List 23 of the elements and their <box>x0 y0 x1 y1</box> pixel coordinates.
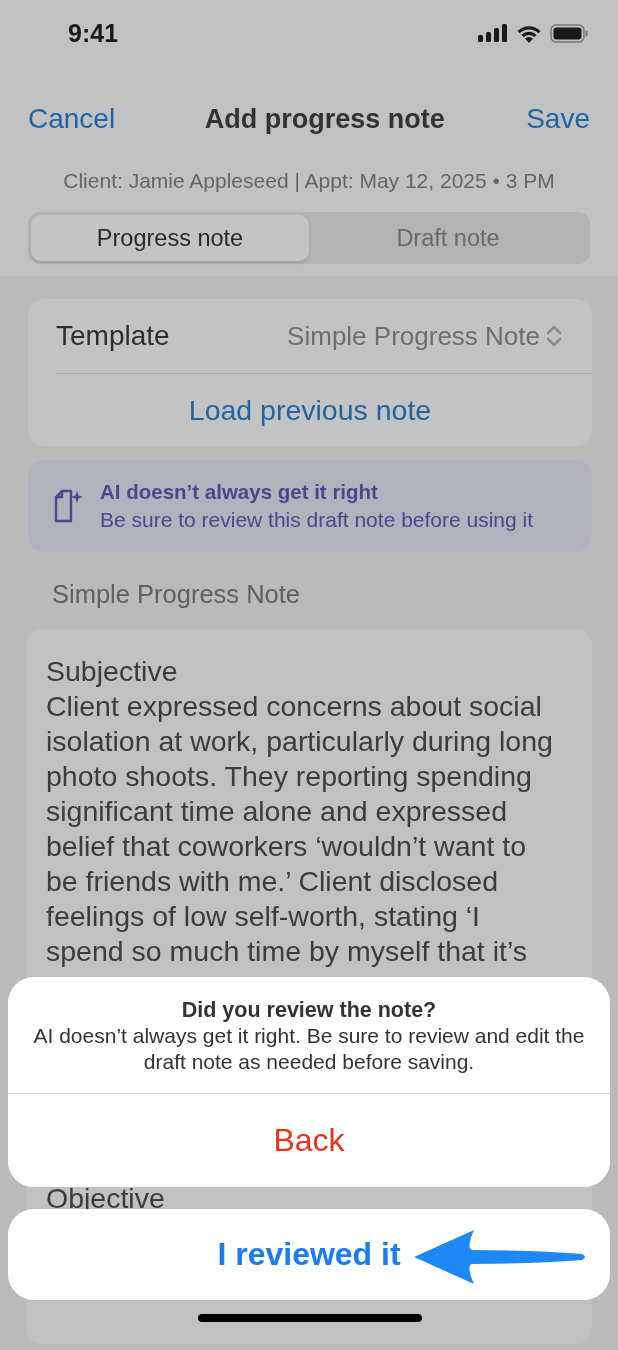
template-picker[interactable]: Simple Progress Note <box>287 320 562 352</box>
document-sparkle-icon <box>54 489 84 523</box>
wifi-icon <box>516 23 542 43</box>
screen-title: Add progress note <box>204 103 445 135</box>
note-heading: Subjective <box>46 654 179 689</box>
save-button[interactable]: Save <box>526 103 590 135</box>
confirm-button[interactable]: I reviewed it <box>8 1209 610 1300</box>
banner-title: AI doesn’t always get it right <box>100 480 379 504</box>
banner-message: Be sure to review this draft note before using it <box>100 508 534 532</box>
segment-tab[interactable]: Draft note <box>309 215 587 261</box>
status-time: 9:41 <box>68 18 119 48</box>
appointment-info: Client: Jamie Appleseed | Appt: May 12, 2025 • 3 PM <box>62 169 556 193</box>
signal-icon <box>478 24 508 42</box>
note-paragraph: Client expressed concerns about social isolation at work, particularly during long photo shoots. They reporting spending significant time alone and expressed belief that coworkers ‘wouldn’t want to be friends with me.’ Client disclosed feelings of low self-worth, stating ‘I spend so much time by myself that it’s <box>46 689 554 969</box>
cancel-button[interactable]: Cancel <box>28 103 116 135</box>
battery-icon <box>550 23 588 43</box>
section-title: Simple Progress Note <box>51 579 301 610</box>
template-label: Template <box>56 320 170 352</box>
chevron-up-down-icon <box>546 324 562 348</box>
alert-message: AI doesn’t always get it right. Be sure to review and edit the draft note as needed before saving. <box>32 1023 586 1075</box>
segment-tab[interactable]: Progress note <box>31 215 309 261</box>
load-previous-note-button[interactable]: Load previous note <box>56 374 592 446</box>
alert-title: Did you review the note? <box>181 997 437 1023</box>
